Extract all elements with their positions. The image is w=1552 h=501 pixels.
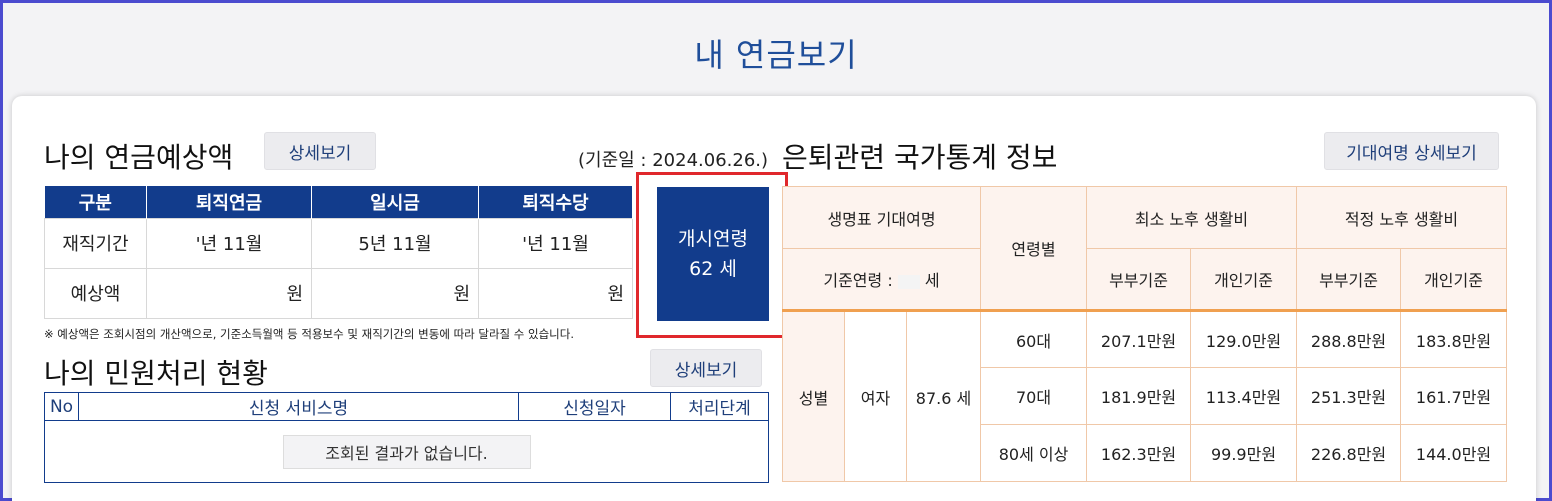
proper-cost-header: 적정 노후 생활비 (1296, 186, 1508, 249)
gender-value: 여자 (844, 309, 907, 482)
base-date: (기준일 : 2024.06.26.) (578, 150, 769, 171)
amount-value: 원 (311, 267, 479, 319)
age-group-header: 연령별 (980, 186, 1088, 311)
min-individual-value: 99.9만원 (1190, 424, 1298, 482)
gender-label: 성별 (782, 309, 845, 482)
base-age-label: 기준연령 : (823, 271, 893, 290)
start-age-highlight: 개시연령 62 세 (636, 172, 788, 338)
proper-couple-value: 288.8만원 (1296, 309, 1402, 368)
min-cost-header: 최소 노후 생활비 (1086, 186, 1298, 249)
proper-couple-header: 부부기준 (1296, 248, 1402, 311)
start-age-panel: 개시연령 62 세 (657, 187, 769, 321)
amount-label: 예상액 (44, 267, 147, 319)
table-row: 재직기간 '년 11월 5년 11월 '년 11월 (44, 217, 633, 269)
pension-table: 구분 퇴직연금 일시금 퇴직수당 재직기간 '년 11월 5년 11월 '년 1… (44, 186, 633, 319)
base-age-header: 기준연령 : 세 (781, 248, 982, 311)
age-group: 80세 이상 (980, 424, 1088, 482)
civil-table: No 신청 서비스명 신청일자 처리단계 조회된 결과가 없습니다. (44, 392, 769, 483)
pension-header: 일시금 (311, 186, 479, 218)
min-couple-value: 207.1만원 (1086, 309, 1192, 368)
proper-individual-value: 144.0만원 (1400, 424, 1508, 482)
service-period-label: 재직기간 (44, 217, 147, 269)
service-period-value: 5년 11월 (311, 217, 479, 269)
min-individual-value: 113.4만원 (1190, 367, 1298, 425)
amount-unit: 원 (286, 284, 303, 305)
amount-unit: 원 (453, 284, 470, 305)
civil-detail-button[interactable]: 상세보기 (650, 349, 762, 387)
min-individual-value: 129.0만원 (1190, 309, 1298, 368)
min-couple-header: 부부기준 (1086, 248, 1192, 311)
no-result-message: 조회된 결과가 없습니다. (282, 434, 531, 469)
min-couple-value: 181.9만원 (1086, 367, 1192, 425)
proper-couple-value: 226.8만원 (1296, 424, 1402, 482)
table-row: 예상액 원 원 원 (44, 267, 633, 319)
pension-header: 퇴직수당 (478, 186, 633, 218)
amount-unit: 원 (607, 284, 624, 305)
page-title: 내 연금보기 (694, 36, 858, 74)
civil-header: 신청 서비스명 (78, 392, 519, 421)
table-row: 조회된 결과가 없습니다. (44, 420, 769, 483)
masked-value (897, 274, 920, 289)
life-expectancy-detail-button[interactable]: 기대여명 상세보기 (1324, 132, 1499, 170)
min-couple-value: 162.3만원 (1086, 424, 1192, 482)
service-period-value: '년 11월 (478, 217, 633, 269)
stats-table: 생명표 기대여명 연령별 최소 노후 생활비 적정 노후 생활비 기준연령 : … (781, 186, 1508, 482)
pension-header: 퇴직연금 (146, 186, 312, 218)
proper-individual-value: 183.8만원 (1400, 309, 1508, 368)
life-table-header: 생명표 기대여명 (781, 186, 982, 249)
pension-detail-button[interactable]: 상세보기 (264, 132, 376, 170)
estimate-note: ※ 예상액은 조회시점의 개산액으로, 기준소득월액 등 적용보수 및 재직기간… (44, 327, 574, 341)
amount-value: 원 (146, 267, 312, 319)
proper-couple-value: 251.3만원 (1296, 367, 1402, 425)
amount-value: 원 (478, 267, 633, 319)
start-age-value: 62 세 (689, 258, 737, 280)
age-group: 60대 (980, 309, 1088, 368)
age-group: 70대 (980, 367, 1088, 425)
empty-row: 조회된 결과가 없습니다. (44, 420, 769, 483)
service-period-value: '년 11월 (146, 217, 312, 269)
civil-section-title: 나의 민원처리 현황 (44, 357, 268, 390)
stats-section-title: 은퇴관련 국가통계 정보 (782, 141, 1058, 174)
proper-individual-value: 161.7만원 (1400, 367, 1508, 425)
life-expectancy-value: 87.6 세 (905, 309, 982, 482)
pension-section-title: 나의 연금예상액 (44, 141, 234, 174)
base-age-unit: 세 (924, 271, 940, 290)
civil-header: 신청일자 (518, 392, 671, 421)
civil-header: No (44, 392, 79, 421)
civil-header: 처리단계 (670, 392, 769, 421)
min-individual-header: 개인기준 (1190, 248, 1298, 311)
table-row: 성별 여자 87.6 세 60대 207.1만원 129.0만원 288.8만원… (782, 309, 1508, 482)
pension-header: 구분 (44, 186, 147, 218)
proper-individual-header: 개인기준 (1400, 248, 1508, 311)
start-age-label: 개시연령 (678, 228, 748, 250)
